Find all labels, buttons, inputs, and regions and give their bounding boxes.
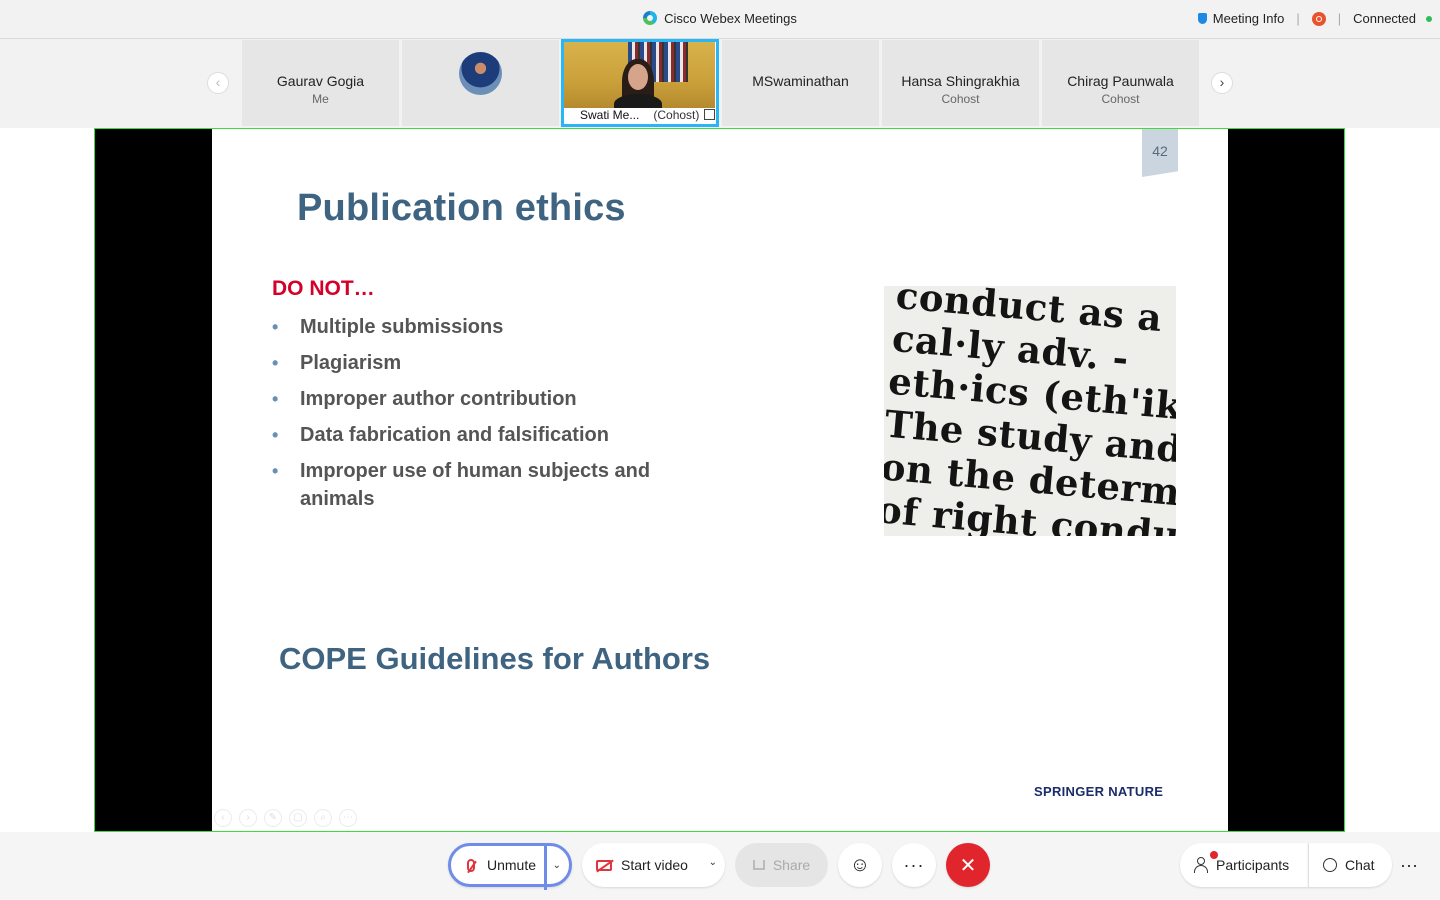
divider [544, 846, 547, 890]
zoom-icon[interactable]: ⌕ [314, 809, 332, 827]
chevron-down-icon[interactable]: ⌄ [709, 857, 717, 868]
slide-page-number: 42 [1142, 129, 1178, 177]
list-item: Data fabrication and falsification [272, 421, 660, 449]
participant-role: Me [312, 92, 329, 106]
more-icon: ··· [903, 854, 925, 875]
chevron-down-icon[interactable]: ⌄ [553, 860, 561, 871]
leave-meeting-button[interactable]: ✕ [946, 843, 990, 887]
divider: | [1337, 11, 1342, 26]
reactions-button[interactable]: ☺ [838, 843, 882, 887]
participants-label: Participants [1216, 857, 1290, 873]
share-label: Share [772, 857, 811, 873]
bullet-list: Multiple submissions Plagiarism Improper… [272, 313, 660, 521]
divider: | [1296, 11, 1300, 26]
overflow-icon: ··· [1400, 854, 1418, 875]
do-not-label: DO NOT… [272, 277, 375, 300]
participant-name: Hansa Shingrakhia [901, 73, 1020, 89]
avatar [459, 52, 502, 95]
share-icon [752, 860, 765, 870]
pen-icon[interactable]: ✎ [264, 809, 282, 827]
video-label: Swati Me... (Cohost) [564, 108, 716, 124]
overflow-menu-button[interactable]: ··· [1392, 843, 1426, 887]
slide-title: Publication ethics [297, 187, 626, 229]
notification-dot [1210, 851, 1218, 859]
participant-name: Chirag Paunwala [1067, 73, 1174, 89]
shield-icon [1197, 13, 1207, 24]
participant-name: Gaurav Gogia [276, 73, 365, 89]
more-icon[interactable]: ⋯ [339, 809, 357, 827]
share-button[interactable]: Share [735, 843, 828, 887]
list-item: Plagiarism [272, 349, 660, 377]
chevron-left-icon[interactable]: ‹ [207, 72, 229, 94]
camera-off-icon [596, 859, 612, 871]
participant-name: Swati Me... [580, 108, 640, 122]
participants-button[interactable]: Participants [1180, 843, 1308, 887]
slides-icon[interactable]: ▢ [289, 809, 307, 827]
participant-tile-active-speaker[interactable]: Swati Me... (Cohost) [561, 39, 719, 127]
shared-content-area[interactable]: 42 Publication ethics DO NOT… Multiple s… [94, 128, 1345, 832]
unmute-button[interactable]: Unmute ⌄ [448, 843, 572, 890]
chat-label: Chat [1345, 857, 1375, 873]
participant-tile[interactable]: Gaurav Gogia Me [242, 40, 399, 126]
participant-role: Cohost [941, 92, 980, 106]
smiley-icon: ☺ [849, 853, 871, 876]
list-item: Improper author contribution [272, 385, 660, 413]
next-slide-icon[interactable]: › [239, 809, 257, 827]
dictionary-image: conduct as a cal·ly adv. - eth·ics (eth'… [884, 286, 1176, 536]
close-icon: ✕ [959, 854, 977, 877]
chat-bubble-icon [1323, 858, 1337, 872]
unmute-label: Unmute [487, 857, 537, 873]
sharing-icon [704, 109, 716, 120]
app-title-text: Cisco Webex Meetings [664, 11, 797, 26]
connection-status: Connected [1353, 11, 1416, 26]
title-right-group: Meeting Info | | Connected [1197, 11, 1432, 26]
dictionary-image-text: conduct as a cal·ly adv. - eth·ics (eth'… [884, 286, 1176, 536]
recording-icon[interactable] [1311, 11, 1326, 26]
participant-name: MSwaminathan [752, 73, 849, 89]
chat-button[interactable]: Chat [1308, 843, 1392, 887]
cope-guidelines-heading: COPE Guidelines for Authors [279, 641, 711, 676]
slide-controls: ‹ › ✎ ▢ ⌕ ⋯ [214, 809, 357, 827]
chevron-right-icon[interactable]: › [1211, 72, 1233, 94]
start-video-button[interactable]: Start video ⌄ [582, 843, 725, 887]
participant-role: Cohost [1101, 92, 1140, 106]
prev-slide-icon[interactable]: ‹ [214, 809, 232, 827]
connected-dot-icon [1426, 15, 1432, 22]
meeting-info-link[interactable]: Meeting Info [1213, 11, 1285, 26]
list-item: Improper use of human subjects and anima… [272, 457, 660, 513]
person-icon [1194, 857, 1208, 873]
participant-tile[interactable]: Chirag Paunwala Cohost [1042, 40, 1199, 126]
participant-video [564, 42, 715, 109]
participant-tile[interactable] [402, 40, 559, 126]
presentation-slide: 42 Publication ethics DO NOT… Multiple s… [212, 129, 1228, 831]
participant-strip: ‹ Gaurav Gogia Me Swati Me... (Cohost) MS… [0, 39, 1440, 128]
participant-role: (Cohost) [653, 108, 700, 122]
webex-logo-icon [643, 11, 658, 25]
start-video-label: Start video [621, 857, 688, 873]
title-bar: Cisco Webex Meetings Meeting Info | | Co… [0, 0, 1440, 39]
list-item: Multiple submissions [272, 313, 660, 341]
more-options-button[interactable]: ··· [892, 843, 936, 887]
mic-muted-icon [467, 858, 475, 872]
meeting-toolbar: Unmute ⌄ Start video ⌄ Share ☺ ··· ✕ Par… [0, 832, 1440, 900]
participant-tile[interactable]: MSwaminathan [722, 40, 879, 126]
participant-tile[interactable]: Hansa Shingrakhia Cohost [882, 40, 1039, 126]
springer-nature-logo: SPRINGER NATURE [1034, 784, 1164, 799]
